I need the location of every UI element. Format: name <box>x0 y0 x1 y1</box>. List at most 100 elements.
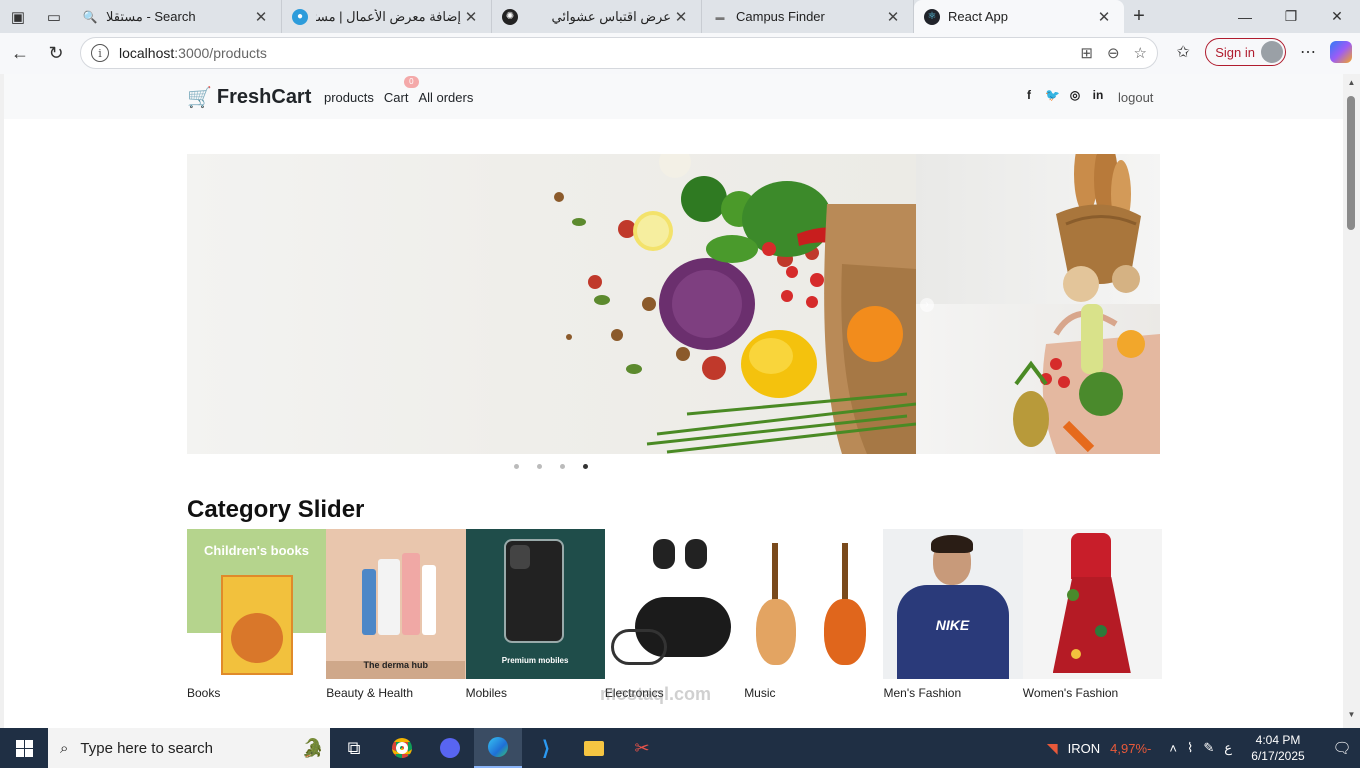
tab-react-app[interactable]: ⚛ React App ✕ <box>914 0 1124 33</box>
scroll-down-icon[interactable]: ▼ <box>1343 710 1360 724</box>
nav-all-orders[interactable]: All orders <box>418 90 473 105</box>
slider-dot[interactable] <box>514 464 519 469</box>
notifications-icon[interactable]: 🗨 <box>1324 739 1360 757</box>
brand-logo[interactable]: 🛒 FreshCart <box>187 85 311 110</box>
chevron-up-icon[interactable]: ˄ <box>1169 741 1177 756</box>
tab-mostaql[interactable]: ● إضافة معرض الأعمال | مستقل ✕ <box>282 0 492 33</box>
slider-dot[interactable] <box>537 464 542 469</box>
search-icon: 🔍 <box>82 9 98 24</box>
search-highlight-icon: 🐊 <box>301 737 324 758</box>
sign-in-button[interactable]: Sign in <box>1205 38 1286 66</box>
tab-strip: ▣ ▭ 🔍 مستقلا - Search ✕ ● إضافة معرض الأ… <box>0 0 1360 33</box>
tab-quote[interactable]: ✺ عرض اقتباس عشوائي ✕ <box>492 0 702 33</box>
twitter-icon[interactable]: 🐦 <box>1045 88 1060 102</box>
guitars-image <box>744 529 884 679</box>
site-info-icon[interactable]: i <box>91 44 109 62</box>
hero-grocery-bag-slide <box>916 304 1160 454</box>
stock-change: -4,97% <box>1110 740 1152 756</box>
favorites-icon[interactable]: ✩ <box>1171 42 1195 62</box>
react-icon: ⚛ <box>924 8 940 25</box>
file-explorer-icon[interactable] <box>570 728 618 768</box>
site-navbar: 🛒 FreshCart products Cart 0 All orders f… <box>4 74 1343 119</box>
close-icon[interactable]: ✕ <box>1094 8 1114 26</box>
clock[interactable]: 4:04 PM 6/17/2025 <box>1242 732 1314 764</box>
vscode-icon[interactable]: ⟩ <box>522 728 570 768</box>
campus-icon: ▬ <box>715 11 725 22</box>
snipping-tool-icon[interactable]: ✂ <box>618 728 666 768</box>
task-view-icon[interactable]: ⧉ <box>330 728 378 768</box>
slider-dot[interactable] <box>560 464 565 469</box>
scroll-up-icon[interactable]: ▲ <box>1343 78 1360 92</box>
grocery-bag-image <box>1013 304 1160 454</box>
watermark: mostaql.com <box>600 684 712 704</box>
womens-dress-image <box>1022 529 1163 679</box>
zoom-icon[interactable]: ⊖ <box>1107 44 1120 62</box>
slider-next-arrow-icon[interactable]: › <box>920 298 934 312</box>
windows-taskbar: ⌕ Type here to search 🐊 ⧉ ⟩ ✂ ◥ IRON -4,… <box>0 728 1360 768</box>
category-item-music[interactable]: Music <box>744 529 884 700</box>
close-window-icon[interactable]: ✕ <box>1314 0 1360 33</box>
close-icon[interactable]: ✕ <box>251 8 271 26</box>
earbuds-image <box>604 529 745 679</box>
pen-icon[interactable]: ✎ <box>1203 740 1214 756</box>
refresh-icon[interactable]: ↻ <box>38 36 74 72</box>
mens-hoodie-image: NIKE <box>883 529 1023 679</box>
favorite-star-icon[interactable]: ☆ <box>1134 44 1147 62</box>
hero-bread-slide <box>916 154 1160 304</box>
scroll-thumb[interactable] <box>1347 96 1355 230</box>
workspaces-icon[interactable]: ▣ <box>0 0 36 33</box>
close-icon[interactable]: ✕ <box>883 8 903 26</box>
copilot-icon[interactable] <box>1330 41 1352 63</box>
category-item-womens-fashion[interactable]: Women's Fashion <box>1022 529 1163 700</box>
app-available-icon[interactable]: ⊞ <box>1080 44 1093 62</box>
mobiles-image: Premium mobiles <box>465 529 605 679</box>
browser-toolbar: ← ↻ i localhost:3000/products ⊞ ⊖ ☆ ✩ Si… <box>0 33 1360 74</box>
windows-logo-icon <box>15 739 33 757</box>
linkedin-icon[interactable]: in <box>1091 88 1105 102</box>
close-icon[interactable]: ✕ <box>461 8 481 26</box>
books-image: Children's books <box>187 529 327 679</box>
taskbar-search-input[interactable]: ⌕ Type here to search 🐊 <box>48 728 330 768</box>
minimize-icon[interactable]: — <box>1222 0 1268 33</box>
restore-icon[interactable]: ❐ <box>1268 0 1314 33</box>
category-item-mens-fashion[interactable]: NIKE Men's Fashion <box>883 529 1023 700</box>
slider-dot-active[interactable] <box>583 464 588 469</box>
whatsapp-icon[interactable]: ◎ <box>1068 88 1082 102</box>
logout-link[interactable]: logout <box>1118 90 1153 105</box>
discord-icon[interactable] <box>426 728 474 768</box>
tab-search[interactable]: 🔍 مستقلا - Search ✕ <box>72 0 282 33</box>
category-item-books[interactable]: Children's books Books <box>187 529 327 700</box>
search-icon: ⌕ <box>60 739 69 757</box>
cart-logo-icon: 🛒 <box>187 87 212 109</box>
language-indicator[interactable]: ع <box>1224 740 1232 756</box>
mostaql-icon: ● <box>292 8 308 25</box>
facebook-icon[interactable]: f <box>1022 88 1036 102</box>
chrome-icon[interactable] <box>378 728 426 768</box>
beauty-image: The derma hub <box>326 529 466 679</box>
nav-products[interactable]: products <box>324 90 374 105</box>
openai-icon: ✺ <box>502 8 518 25</box>
bread-basket-image <box>1056 154 1141 302</box>
more-menu-icon[interactable]: ⋯ <box>1296 42 1320 62</box>
avatar <box>1261 41 1283 63</box>
page-scrollbar[interactable]: ▲ ▼ <box>1343 74 1360 728</box>
edge-icon[interactable] <box>474 728 522 768</box>
system-tray: ◥ IRON -4,97% ˄ ⌇ ✎ ع 4:04 PM 6/17/2025 … <box>1047 728 1360 768</box>
network-icon[interactable]: ⌇ <box>1187 740 1193 756</box>
new-tab-button[interactable]: + <box>1124 5 1154 28</box>
tab-campus-finder[interactable]: ▬ Campus Finder ✕ <box>702 0 914 33</box>
tab-actions-icon[interactable]: ▭ <box>36 0 72 33</box>
address-bar[interactable]: i localhost:3000/products ⊞ ⊖ ☆ <box>80 37 1158 69</box>
category-item-mobiles[interactable]: Premium mobiles Mobiles <box>465 529 605 700</box>
vegetables-image <box>554 154 916 454</box>
stock-ticker[interactable]: IRON <box>1068 741 1101 756</box>
category-item-electronics[interactable]: Electronics <box>604 529 745 700</box>
window-controls: — ❐ ✕ <box>1222 0 1360 33</box>
back-icon[interactable]: ← <box>2 36 38 72</box>
nav-cart[interactable]: Cart 0 <box>384 76 419 105</box>
cart-count-badge: 0 <box>403 76 419 88</box>
windows-start-button[interactable] <box>0 728 48 768</box>
close-icon[interactable]: ✕ <box>671 8 691 26</box>
stock-icon: ◥ <box>1046 739 1058 756</box>
category-item-beauty-health[interactable]: The derma hub Beauty & Health <box>326 529 466 700</box>
